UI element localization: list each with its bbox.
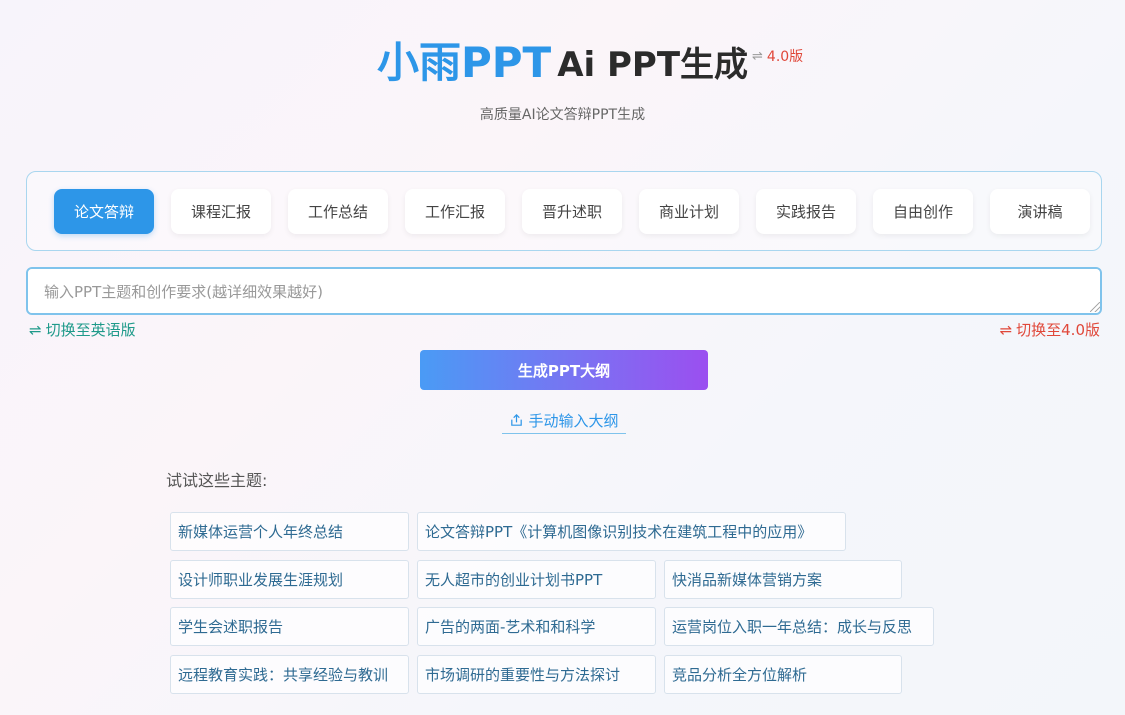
tab-free-creation[interactable]: 自由创作 [873,188,973,234]
generate-outline-button[interactable]: 生成PPT大纲 [420,350,708,390]
tab-business-plan[interactable]: 商业计划 [639,188,739,234]
switch-to-v4-link[interactable]: ⇌ 切换至4.0版 [1000,319,1100,340]
tab-practice-report[interactable]: 实践报告 [756,188,856,234]
tab-speech[interactable]: 演讲稿 [990,188,1090,234]
swap-icon: ⇌ [29,320,42,339]
tab-work-report[interactable]: 工作汇报 [405,188,505,234]
topic-suggestion[interactable]: 无人超市的创业计划书PPT [417,560,656,599]
topic-suggestion[interactable]: 市场调研的重要性与方法探讨 [417,655,656,694]
topic-suggestion[interactable]: 学生会述职报告 [170,607,409,646]
resize-handle[interactable] [1090,302,1100,312]
swap-icon: ⇌ [752,48,763,64]
topic-suggestion[interactable]: 竞品分析全方位解析 [664,655,902,694]
topic-suggestion[interactable]: 远程教育实践：共享经验与教训 [170,655,409,694]
version-badge-label: 4.0版 [766,49,804,65]
tab-promotion-report[interactable]: 晋升述职 [522,188,622,234]
topic-suggestion[interactable]: 广告的两面-艺术和和科学 [417,607,656,646]
topic-suggestion[interactable]: 设计师职业发展生涯规划 [170,560,409,599]
tab-course-report[interactable]: 课程汇报 [171,188,271,234]
switch-to-english-link[interactable]: ⇌ 切换至英语版 [29,319,136,340]
brand-logo-text: 小雨PPT [376,38,552,87]
tab-work-summary[interactable]: 工作总结 [288,188,388,234]
version-badge[interactable]: ⇌ 4.0版 [752,46,803,66]
tab-thesis-defense[interactable]: 论文答辩 [54,188,154,234]
app-header: 小雨PPT Ai PPT生成 [0,42,1125,84]
switch-to-v4-label: 切换至4.0版 [1016,321,1100,339]
try-topics-label: 试试这些主题: [166,471,268,490]
category-tabs: 论文答辩 课程汇报 工作总结 工作汇报 晋升述职 商业计划 实践报告 自由创作 … [26,171,1102,251]
manual-outline-label: 手动输入大纲 [528,411,619,430]
manual-outline-link[interactable]: 手动输入大纲 [502,407,626,434]
topic-suggestion[interactable]: 新媒体运营个人年终总结 [170,512,409,551]
topic-suggestion[interactable]: 运营岗位入职一年总结：成长与反思 [664,607,934,646]
topic-input[interactable] [26,267,1102,315]
topic-suggestion[interactable]: 快消品新媒体营销方案 [664,560,902,599]
switch-to-english-label: 切换至英语版 [45,321,136,339]
page-subtitle: 高质量AI论文答辩PPT生成 [479,107,646,123]
topic-suggestion[interactable]: 论文答辩PPT《计算机图像识别技术在建筑工程中的应用》 [417,512,846,551]
upload-icon [511,413,523,426]
swap-icon: ⇌ [999,320,1013,339]
page-title: Ai PPT生成 [557,45,749,85]
